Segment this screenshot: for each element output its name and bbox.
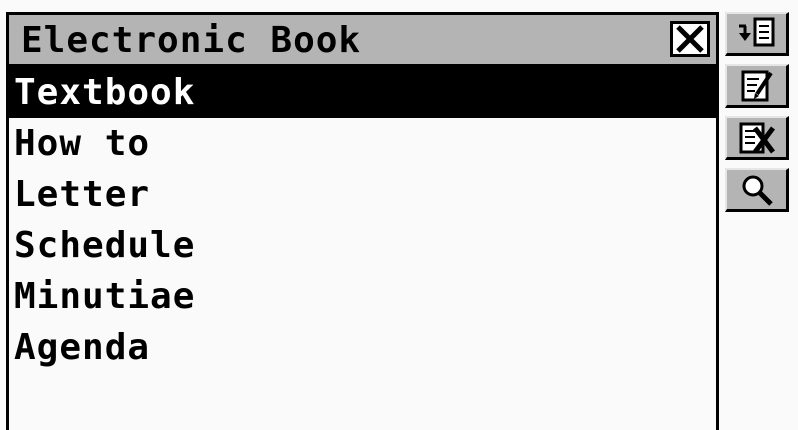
open-document-icon — [738, 17, 774, 46]
list-item[interactable]: Textbook — [9, 67, 716, 118]
electronic-book-window: Electronic Book Textbook How to Letter S… — [6, 12, 719, 430]
list-item[interactable]: Schedule — [9, 220, 716, 271]
list-item[interactable]: Agenda — [9, 322, 716, 373]
open-button[interactable] — [725, 12, 789, 56]
edit-button[interactable] — [725, 64, 789, 108]
title-bar: Electronic Book — [9, 15, 716, 67]
list-item[interactable]: Letter — [9, 169, 716, 220]
window-title: Electronic Book — [21, 20, 362, 61]
book-list: Textbook How to Letter Schedule Minutiae… — [9, 67, 716, 373]
search-button[interactable] — [725, 168, 789, 212]
search-icon — [742, 175, 773, 206]
close-icon — [676, 25, 704, 53]
list-item[interactable]: Minutiae — [9, 271, 716, 322]
delete-button[interactable] — [725, 116, 789, 160]
list-item[interactable]: How to — [9, 118, 716, 169]
close-button[interactable] — [670, 21, 710, 57]
side-toolbar — [725, 12, 795, 220]
delete-document-icon — [739, 122, 775, 153]
edit-document-icon — [741, 70, 773, 101]
